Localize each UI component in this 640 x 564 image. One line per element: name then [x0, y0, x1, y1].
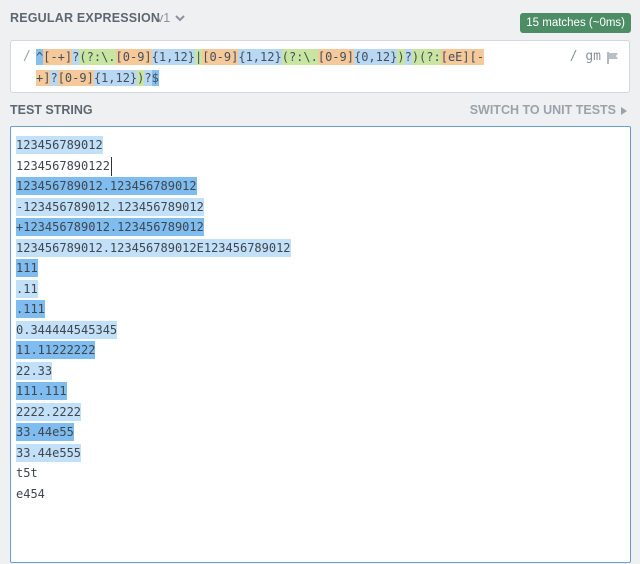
regex-pattern[interactable]: ^[-+]?(?:\.[0-9]{1,12}|[0-9]{1,12}(?:\.[…	[36, 47, 568, 89]
test-line-text: t5t	[16, 466, 38, 480]
regex-pattern-line: +]?[0-9]{1,12})?$	[36, 68, 568, 89]
test-line: +123456789012.123456789012	[16, 217, 291, 238]
match-highlight: 123456789012.123456789012E123456789012	[16, 238, 291, 257]
match-highlight: 22.33	[16, 361, 53, 380]
regex-token: +]	[36, 70, 51, 86]
match-highlight: .11	[16, 279, 38, 298]
match-highlight: 123456789012	[16, 136, 103, 154]
match-highlight: .111	[16, 300, 45, 318]
test-line: t5t	[16, 463, 291, 484]
regex-token: ?	[404, 49, 412, 65]
match-highlight: 33.44e555	[16, 443, 82, 462]
regex-token: {1,12}	[151, 49, 195, 65]
regex-token: ?	[50, 70, 58, 86]
regex-token: {1,12}	[238, 49, 282, 65]
regex-token: [eE]	[440, 49, 470, 65]
regex-token: [-+]	[43, 49, 73, 65]
match-highlight: 11.11222222	[16, 341, 96, 359]
regex-token: \.	[101, 49, 116, 65]
regex-token: ?	[144, 70, 152, 86]
regex-token: )	[411, 49, 420, 65]
version-label[interactable]: v1	[157, 11, 170, 25]
test-line-text: e454	[16, 486, 45, 501]
regex-token: [0-9]	[57, 70, 94, 86]
regex-token: (?:	[419, 49, 441, 65]
match-highlight: 33.44e55	[16, 423, 74, 441]
regex-token: (?:	[281, 49, 304, 65]
test-string-title: TEST STRING	[10, 103, 93, 117]
test-line: 2222.2222	[16, 402, 291, 423]
match-count-badge: 15 matches (~0ms)	[520, 13, 631, 33]
match-highlight: 2222.2222	[16, 402, 82, 421]
regex-pattern-line: ^[-+]?(?:\.[0-9]{1,12}|[0-9]{1,12}(?:\.[…	[36, 47, 568, 68]
regex-section-title: REGULAR EXPRESSION	[10, 11, 161, 25]
test-line: .111	[16, 299, 291, 320]
test-line: 11.11222222	[16, 340, 291, 361]
regex-token: [0-9]	[115, 49, 152, 65]
regex-token: )	[397, 49, 405, 65]
regex-token: [0-9]	[202, 49, 239, 65]
test-line: 123456789012	[16, 135, 291, 156]
test-line: -123456789012.123456789012	[16, 197, 291, 218]
test-string-editor[interactable]: 123456789012 1234567890122 123456789012.12…	[10, 126, 631, 563]
test-line: 123456789012.123456789012E123456789012	[16, 238, 291, 259]
regex-token: (?:	[79, 49, 102, 65]
match-highlight: 123456789012.123456789012	[16, 177, 197, 195]
match-highlight: 111	[16, 259, 38, 277]
match-highlight: -123456789012.123456789012	[16, 197, 204, 216]
regex-token: [0-9]	[317, 49, 354, 65]
regex-delimiter-open: /	[23, 49, 31, 64]
regex-token: [-	[469, 49, 485, 65]
match-highlight: 111.111	[16, 382, 67, 400]
test-line: .11	[16, 279, 291, 300]
regex-input[interactable]: / ^[-+]?(?:\.[0-9]{1,12}|[0-9]{1,12}(?:\…	[10, 40, 630, 93]
test-string-lines: 123456789012 1234567890122 123456789012.12…	[16, 135, 291, 504]
test-line: 0.344444545345	[16, 320, 291, 341]
test-line: 33.44e555	[16, 443, 291, 464]
flag-icon[interactable]	[606, 51, 620, 65]
text-caret	[110, 156, 112, 176]
test-line: 33.44e55	[16, 422, 291, 443]
regex-token: {1,12}	[93, 70, 138, 86]
triangle-right-icon[interactable]	[620, 106, 628, 116]
match-highlight: 0.344444545345	[16, 320, 118, 339]
test-line: 1234567890122	[16, 156, 291, 177]
regex-flags[interactable]: / gm	[570, 49, 601, 64]
regex-token: $	[151, 70, 159, 86]
chevron-down-icon[interactable]	[173, 11, 187, 25]
test-line-text: 1234567890122	[16, 158, 110, 173]
test-line: 22.33	[16, 361, 291, 382]
test-line: 111.111	[16, 381, 291, 402]
test-line: 111	[16, 258, 291, 279]
test-line: e454	[16, 484, 291, 505]
regex-header: REGULAR EXPRESSION v1 15 matches (~0ms)	[0, 0, 640, 36]
test-line: 123456789012.123456789012	[16, 176, 291, 197]
switch-to-unit-tests-link[interactable]: SWITCH TO UNIT TESTS	[470, 103, 616, 117]
regex-token: {0,12}	[353, 49, 398, 65]
regex-token: \.	[303, 49, 318, 65]
match-highlight: +123456789012.123456789012	[16, 218, 204, 236]
